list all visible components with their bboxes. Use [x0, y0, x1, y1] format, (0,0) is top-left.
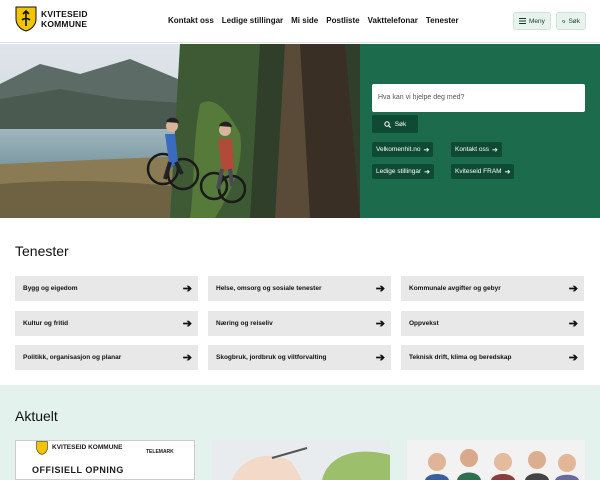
service-label: Kultur og fritid	[23, 320, 69, 327]
vaccination-photo	[212, 440, 390, 480]
card-sub-text: TELEMARK	[146, 449, 174, 455]
service-label: Helse, omsorg og sosiale tenester	[216, 285, 322, 292]
service-label: Bygg og eigedom	[23, 285, 78, 292]
quicklink-velkomenhit[interactable]: Velkomenhit.no ➔	[372, 142, 434, 157]
service-naering-og-reiseliv[interactable]: Næring og reiseliv ➔	[208, 311, 391, 336]
quicklink-label: Kviteseid FRAM	[455, 168, 502, 175]
arrow-right-icon: ➔	[182, 352, 192, 364]
arrow-right-icon: ➔	[424, 168, 431, 176]
arrow-right-icon: ➔	[423, 146, 430, 154]
news-card-opning[interactable]: KVITESEID KOMMUNE TELEMARK OFFISIELL OPN…	[15, 440, 195, 480]
service-label: Kommunale avgifter og gebyr	[409, 285, 501, 292]
logo[interactable]: KVITESEID KOMMUNE	[15, 6, 88, 32]
main-nav: Kontakt oss Ledige stillingar Mi side Po…	[168, 16, 459, 25]
quicklink-label: Ledige stillingar	[376, 168, 422, 175]
arrow-right-icon: ➔	[182, 318, 192, 330]
search-submit-label: Søk	[394, 120, 407, 128]
students-photo	[407, 440, 585, 480]
header-search-label: Søk	[568, 17, 580, 25]
nav-ledige-stillingar[interactable]: Ledige stillingar	[222, 16, 283, 25]
card-logo-text: KVITESEID KOMMUNE	[52, 444, 123, 451]
arrow-right-icon: ➔	[491, 146, 498, 154]
search-icon	[384, 120, 391, 128]
coat-of-arms-icon	[15, 6, 37, 32]
service-label: Næring og reiseliv	[216, 320, 273, 327]
hamburger-icon	[519, 18, 526, 24]
service-skogbruk[interactable]: Skogbruk, jordbruk og viltforvalting ➔	[208, 345, 391, 370]
arrow-right-icon: ➔	[504, 168, 511, 176]
logo-line-2: KOMMUNE	[41, 19, 88, 29]
service-politikk[interactable]: Politikk, organisasjon og planar ➔	[15, 345, 198, 370]
service-helse-omsorg[interactable]: Helse, omsorg og sosiale tenester ➔	[208, 276, 391, 301]
service-bygg-og-eigedom[interactable]: Bygg og eigedom ➔	[15, 276, 198, 301]
aktuelt-heading: Aktuelt	[15, 408, 58, 424]
arrow-right-icon: ➔	[568, 352, 578, 364]
nav-postliste[interactable]: Postliste	[326, 16, 359, 25]
cyclists-photo	[0, 44, 360, 218]
service-label: Skogbruk, jordbruk og viltforvalting	[216, 354, 327, 361]
coat-of-arms-icon	[36, 441, 48, 455]
service-oppvekst[interactable]: Oppvekst ➔	[401, 311, 584, 336]
tenester-heading: Tenester	[15, 243, 69, 259]
hero-search-panel: Hva kan vi hjelpe deg med? Søk Velkomenh…	[360, 44, 600, 218]
quicklink-label: Velkomenhit.no	[376, 146, 421, 153]
quicklink-kontakt-oss[interactable]: Kontakt oss ➔	[451, 142, 502, 157]
card-headline: OFFISIELL OPNING	[32, 465, 124, 475]
menu-button[interactable]: Meny	[513, 12, 551, 30]
news-card-students[interactable]	[407, 440, 585, 480]
arrow-right-icon: ➔	[568, 283, 578, 295]
service-teknisk-drift[interactable]: Teknisk drift, klima og beredskap ➔	[401, 345, 584, 370]
quicklink-kviteseid-fram[interactable]: Kviteseid FRAM ➔	[451, 164, 515, 179]
search-submit-button[interactable]: Søk	[372, 115, 418, 133]
service-label: Teknisk drift, klima og beredskap	[409, 354, 512, 361]
service-label: Politikk, organisasjon og planar	[23, 354, 122, 361]
search-icon	[562, 19, 566, 23]
quicklink-label: Kontakt oss	[455, 146, 489, 153]
header-search-button[interactable]: Søk	[556, 12, 586, 30]
hero-image	[0, 44, 360, 218]
nav-kontakt-oss[interactable]: Kontakt oss	[168, 16, 214, 25]
arrow-right-icon: ➔	[375, 352, 385, 364]
nav-vakttelefonar[interactable]: Vakttelefonar	[368, 16, 418, 25]
arrow-right-icon: ➔	[182, 283, 192, 295]
menu-label: Meny	[529, 17, 545, 25]
quicklink-ledige-stillingar[interactable]: Ledige stillingar ➔	[372, 164, 435, 179]
arrow-right-icon: ➔	[568, 318, 578, 330]
arrow-right-icon: ➔	[375, 318, 385, 330]
nav-mi-side[interactable]: Mi side	[291, 16, 318, 25]
service-kommunale-avgifter[interactable]: Kommunale avgifter og gebyr ➔	[401, 276, 584, 301]
service-label: Oppvekst	[409, 320, 439, 327]
search-input[interactable]: Hva kan vi hjelpe deg med?	[372, 84, 585, 112]
nav-tenester[interactable]: Tenester	[426, 16, 459, 25]
news-card-vaccine[interactable]	[212, 440, 390, 480]
logo-line-1: KVITESEID	[41, 9, 88, 19]
arrow-right-icon: ➔	[375, 283, 385, 295]
site-header: KVITESEID KOMMUNE Kontakt oss Ledige sti…	[0, 0, 600, 43]
service-kultur-og-fritid[interactable]: Kultur og fritid ➔	[15, 311, 198, 336]
